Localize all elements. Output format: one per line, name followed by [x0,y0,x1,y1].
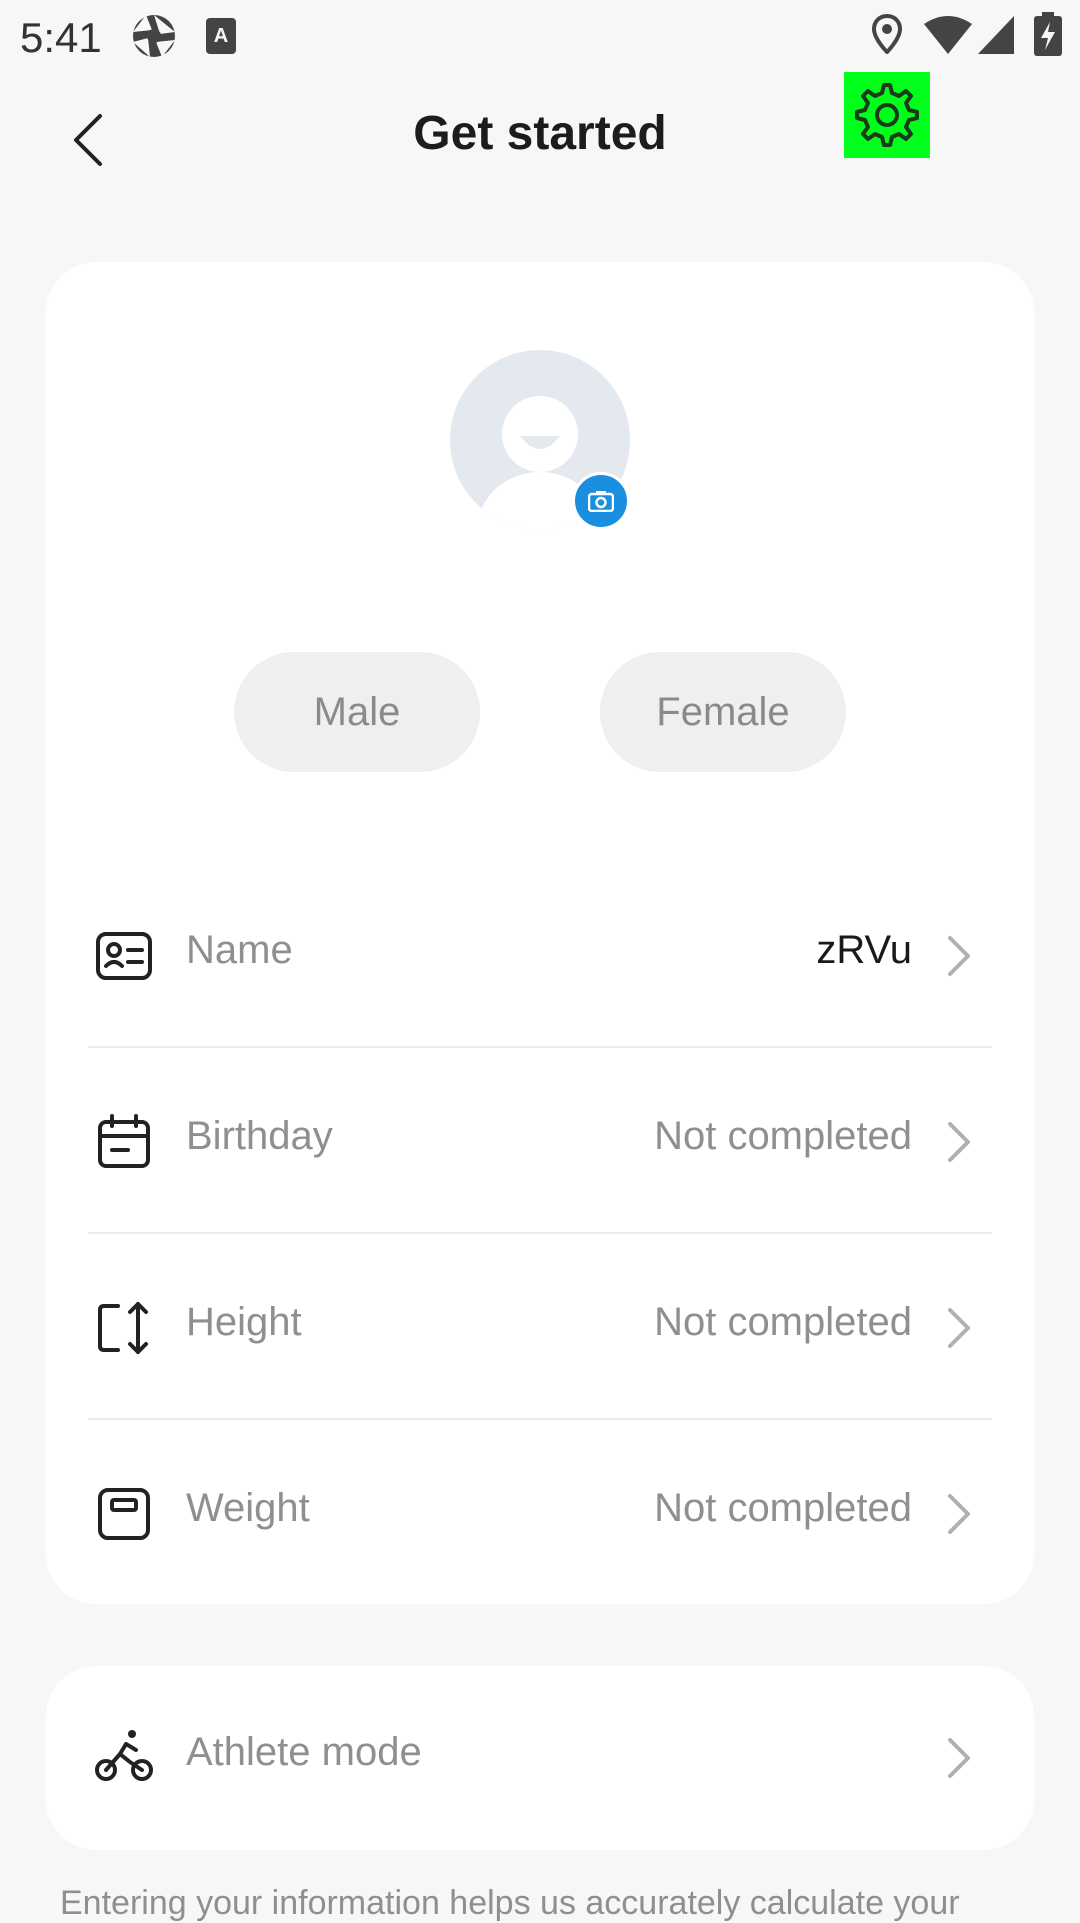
info-footer-text: Entering your information helps us accur… [60,1884,960,1922]
height-icon [98,1302,148,1354]
camera-icon [588,491,614,512]
battery-charging-icon [1034,12,1062,61]
birthday-label: Birthday [186,1114,333,1158]
wifi-icon [924,16,972,59]
name-value: zRVu [816,928,912,972]
svg-text:A: A [214,25,228,47]
height-row[interactable]: Height Not completed [46,1234,1034,1420]
change-photo-button[interactable] [572,472,630,530]
weight-label: Weight [186,1486,310,1530]
athlete-mode-label: Athlete mode [186,1730,422,1774]
birthday-value: Not completed [654,1114,912,1158]
chevron-right-icon [948,1738,970,1778]
calendar-icon [98,1114,150,1168]
weight-row[interactable]: Weight Not completed [46,1420,1034,1606]
aperture-app-icon [130,12,178,65]
bicycle-icon [95,1730,153,1781]
keyboard-app-icon: A [206,18,236,59]
female-button[interactable]: Female [600,652,846,772]
location-icon [871,13,903,59]
profile-card: Male Female Name zRVu Birthday Not compl… [46,262,1034,1604]
settings-button[interactable] [844,72,930,158]
athlete-mode-card: Athlete mode [46,1666,1034,1850]
status-bar: 5:41 A [0,0,1080,72]
header: Get started [0,72,1080,202]
weight-value: Not completed [654,1486,912,1530]
cellular-signal-icon [978,16,1014,59]
birthday-row[interactable]: Birthday Not completed [46,1048,1034,1234]
male-button[interactable]: Male [234,652,480,772]
chevron-right-icon [948,1494,970,1534]
gear-icon [855,83,919,147]
status-time: 5:41 [20,14,102,61]
chevron-right-icon [948,1308,970,1348]
athlete-mode-row[interactable]: Athlete mode [46,1666,1034,1850]
chevron-right-icon [948,936,970,976]
name-label: Name [186,928,293,972]
name-row[interactable]: Name zRVu [46,862,1034,1048]
id-card-icon [96,932,152,980]
chevron-right-icon [948,1122,970,1162]
height-value: Not completed [654,1300,912,1344]
scale-icon [98,1488,150,1540]
height-label: Height [186,1300,302,1344]
